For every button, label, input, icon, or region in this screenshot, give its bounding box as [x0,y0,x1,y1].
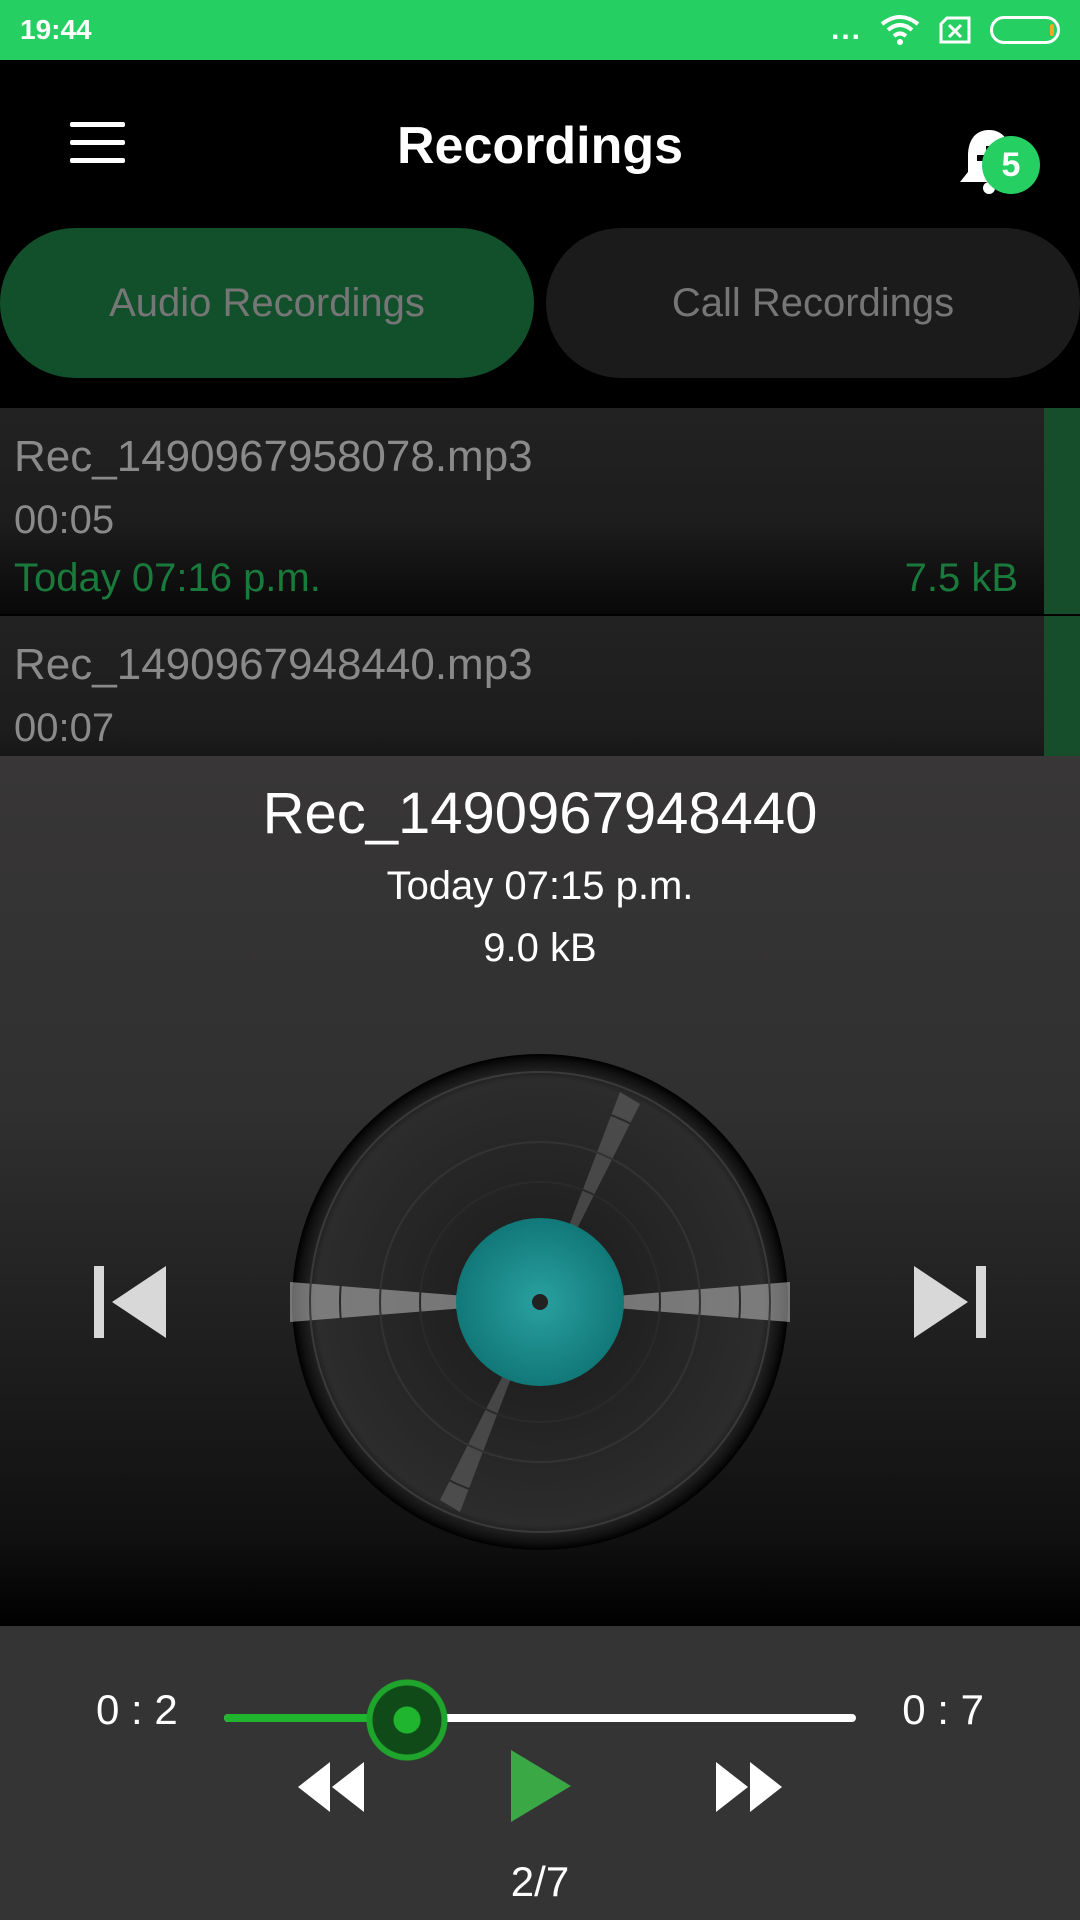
status-icons: ... [831,14,1060,46]
recording-duration: 00:05 [14,498,115,542]
skip-previous-icon[interactable] [90,1262,170,1342]
tab-bar: Audio Recordings Call Recordings [0,228,1080,378]
seek-thumb[interactable] [363,1676,452,1764]
item-accent-bar [1044,408,1080,614]
tab-call-recordings[interactable]: Call Recordings [546,228,1080,378]
recordings-list[interactable]: Rec_1490967958078.mp3 00:05 Today 07:16 … [0,408,1080,756]
status-time: 19:44 [20,14,92,45]
play-icon[interactable] [505,1746,575,1826]
rewind-icon[interactable] [296,1752,366,1822]
wifi-icon [880,15,920,45]
vinyl-record-icon [290,1054,790,1550]
track-counter: 2/7 [510,1858,570,1905]
list-item[interactable]: Rec_1490967958078.mp3 00:05 Today 07:16 … [0,408,1080,616]
recording-date: Today 07:16 p.m. [14,556,321,600]
playback-controls: 0 : 2 0 : 7 2/7 [0,1626,1080,1920]
battery-icon [990,16,1060,44]
current-time: 0 : 2 [96,1686,178,1733]
recording-size: 7.5 kB [904,556,1018,600]
item-accent-bar [1044,616,1080,756]
recording-name: Rec_1490967958078.mp3 [14,432,533,481]
player-panel: Rec_1490967948440 Today 07:15 p.m. 9.0 k… [0,756,1080,1626]
list-item[interactable]: Rec_1490967948440.mp3 00:07 [0,616,1080,756]
notification-button[interactable]: 5 [950,110,1040,200]
recording-name: Rec_1490967948440.mp3 [14,640,533,689]
player-date: Today 07:15 p.m. [386,864,694,908]
tab-audio-recordings[interactable]: Audio Recordings [0,228,534,378]
player-title: Rec_1490967948440 [262,781,818,846]
sim-card-icon [939,16,971,44]
notification-badge: 5 [982,136,1040,194]
more-dots-icon: ... [830,13,862,46]
total-time: 0 : 7 [902,1686,984,1733]
status-bar: 19:44 ... [0,0,1080,60]
page-title: Recordings [396,117,684,175]
recording-duration: 00:07 [14,706,115,750]
player-size: 9.0 kB [483,926,597,970]
app-bar: Recordings 5 [0,60,1080,230]
fast-forward-icon[interactable] [714,1752,784,1822]
skip-next-icon[interactable] [910,1262,990,1342]
